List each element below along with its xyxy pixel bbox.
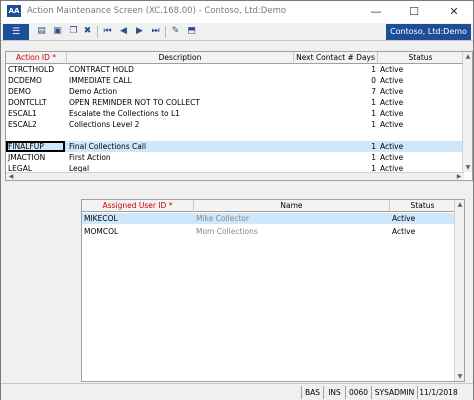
scroll-up-icon[interactable]: ▲: [463, 53, 472, 60]
status-mode: BAS: [301, 386, 323, 399]
status-cell[interactable]: Active: [378, 86, 464, 97]
table-row[interactable]: ESCAL1 Escalate the Collections to L1 1 …: [6, 108, 472, 119]
table-row[interactable]: CTRCTHOLD CONTRACT HOLD 1 Active: [6, 64, 472, 75]
edit-icon[interactable]: ✎: [169, 25, 182, 38]
description-cell[interactable]: Final Collections Call: [67, 141, 294, 152]
user-id-cell[interactable]: MOMCOL: [82, 226, 194, 237]
action-id-cell[interactable]: DEMO: [6, 86, 67, 97]
table-row-selected[interactable]: MIKECOL Mike Collector Active: [82, 213, 464, 224]
action-id-cell[interactable]: CTRCTHOLD: [6, 64, 67, 75]
status-user: SYSADMIN: [371, 386, 417, 399]
scroll-left-icon[interactable]: ◀: [6, 173, 16, 180]
status-bar: BAS INS 0060 SYSADMIN 11/1/2018: [1, 383, 473, 400]
assigned-users-grid: Assigned User ID * Name Status MIKECOL M…: [81, 199, 465, 382]
days-cell[interactable]: 1: [294, 141, 378, 152]
days-cell[interactable]: 1: [294, 108, 378, 119]
next-record-icon[interactable]: ▶: [133, 25, 146, 38]
status-cell[interactable]: Active: [378, 141, 464, 152]
action-id-cell[interactable]: ESCAL2: [6, 119, 67, 130]
action-id-cell[interactable]: ESCAL1: [6, 108, 67, 119]
scroll-up-icon[interactable]: ▲: [455, 201, 464, 208]
maximize-button[interactable]: ☐: [399, 1, 429, 23]
status-cpny: 0060: [345, 386, 371, 399]
action-id-cell[interactable]: DCDEMO: [6, 75, 67, 86]
days-cell[interactable]: 1: [294, 97, 378, 108]
vertical-scrollbar[interactable]: ▲ ▼: [454, 200, 464, 381]
first-record-icon[interactable]: ⏮: [101, 25, 114, 38]
company-indicator: Contoso, Ltd:Demo: [386, 24, 471, 40]
column-header-description[interactable]: Description: [67, 52, 294, 64]
close-button[interactable]: ✕: [439, 1, 469, 23]
action-id-cell[interactable]: JMACTION: [6, 152, 67, 163]
table-row[interactable]: DEMO Demo Action 7 Active: [6, 86, 472, 97]
table-row[interactable]: MOMCOL Mom Collections Active: [82, 226, 464, 237]
title-bar: AA Action Maintenance Screen (XC.168.00)…: [1, 1, 473, 23]
status-insert: INS: [323, 386, 345, 399]
application-window: AA Action Maintenance Screen (XC.168.00)…: [0, 0, 474, 400]
horizontal-scrollbar[interactable]: ◀ ▶: [6, 172, 464, 180]
scroll-right-icon[interactable]: ▶: [454, 173, 464, 180]
table-row-selected[interactable]: FINALFUP Final Collections Call 1 Active: [6, 141, 472, 152]
table-row[interactable]: ESCAL2 Collections Level 2 1 Active: [6, 119, 472, 130]
table-row[interactable]: JMACTION First Action 1 Active: [6, 152, 472, 163]
copy-icon[interactable]: ❐: [67, 25, 80, 38]
previous-record-icon[interactable]: ◀: [117, 25, 130, 38]
status-date: 11/1/2018: [417, 386, 459, 399]
status-cell[interactable]: Active: [378, 75, 464, 86]
description-cell[interactable]: Demo Action: [67, 86, 294, 97]
actions-grid: Action ID * Description Next Contact # D…: [5, 51, 473, 181]
description-cell[interactable]: CONTRACT HOLD: [67, 64, 294, 75]
table-row[interactable]: DONTCLLT OPEN REMINDER NOT TO COLLECT 1 …: [6, 97, 472, 108]
column-header-assigned-user-id[interactable]: Assigned User ID *: [82, 200, 194, 212]
status-cell[interactable]: Active: [378, 64, 464, 75]
user-name-cell: Mom Collections: [196, 227, 258, 236]
export-icon[interactable]: ⬒: [185, 25, 198, 38]
days-cell[interactable]: 0: [294, 75, 378, 86]
delete-icon[interactable]: ✖: [81, 25, 94, 38]
scroll-down-icon[interactable]: ▼: [455, 373, 464, 380]
days-cell[interactable]: 1: [294, 119, 378, 130]
cell-focus-box: [6, 141, 65, 152]
folder-open-icon[interactable]: ▤: [35, 25, 48, 38]
days-cell[interactable]: 1: [294, 152, 378, 163]
minimize-button[interactable]: —: [361, 1, 391, 23]
column-header-status[interactable]: Status: [378, 52, 464, 64]
description-cell[interactable]: Escalate the Collections to L1: [67, 108, 294, 119]
column-header-status[interactable]: Status: [390, 200, 456, 212]
user-id-cell[interactable]: MIKECOL: [82, 213, 194, 224]
column-header-action-id[interactable]: Action ID *: [6, 52, 67, 64]
description-cell[interactable]: IMMEDIATE CALL: [67, 75, 294, 86]
action-id-cell[interactable]: DONTCLLT: [6, 97, 67, 108]
app-logo-icon: AA: [7, 5, 21, 17]
vertical-scrollbar[interactable]: ▲ ▼: [462, 52, 472, 172]
status-cell[interactable]: Active: [378, 119, 464, 130]
description-cell[interactable]: Collections Level 2: [67, 119, 294, 130]
app-menu-button[interactable]: ☰: [3, 24, 29, 40]
days-cell[interactable]: 1: [294, 64, 378, 75]
user-name-cell: Mike Collector: [196, 214, 249, 223]
status-cell[interactable]: Active: [390, 213, 456, 224]
save-icon[interactable]: ▣: [51, 25, 64, 38]
status-cell[interactable]: Active: [378, 108, 464, 119]
status-cell[interactable]: Active: [390, 226, 456, 237]
toolbar-separator: [165, 26, 166, 38]
column-header-next-contact-days[interactable]: Next Contact # Days: [294, 52, 378, 64]
column-header-name[interactable]: Name: [194, 200, 390, 212]
toolbar-separator: [97, 26, 98, 38]
status-cell[interactable]: Active: [378, 97, 464, 108]
last-record-icon[interactable]: ⏭: [149, 25, 162, 38]
table-row[interactable]: DCDEMO IMMEDIATE CALL 0 Active: [6, 75, 472, 86]
description-cell[interactable]: OPEN REMINDER NOT TO COLLECT: [67, 97, 294, 108]
scroll-down-icon[interactable]: ▼: [463, 164, 472, 171]
description-cell[interactable]: First Action: [67, 152, 294, 163]
status-cell[interactable]: Active: [378, 152, 464, 163]
window-title: Action Maintenance Screen (XC.168.00) - …: [27, 6, 287, 16]
days-cell[interactable]: 7: [294, 86, 378, 97]
toolbar: ☰ ▤ ▣ ❐ ✖ ⏮ ◀ ▶ ⏭ ✎ ⬒ Contoso, Ltd:Demo: [1, 23, 473, 41]
